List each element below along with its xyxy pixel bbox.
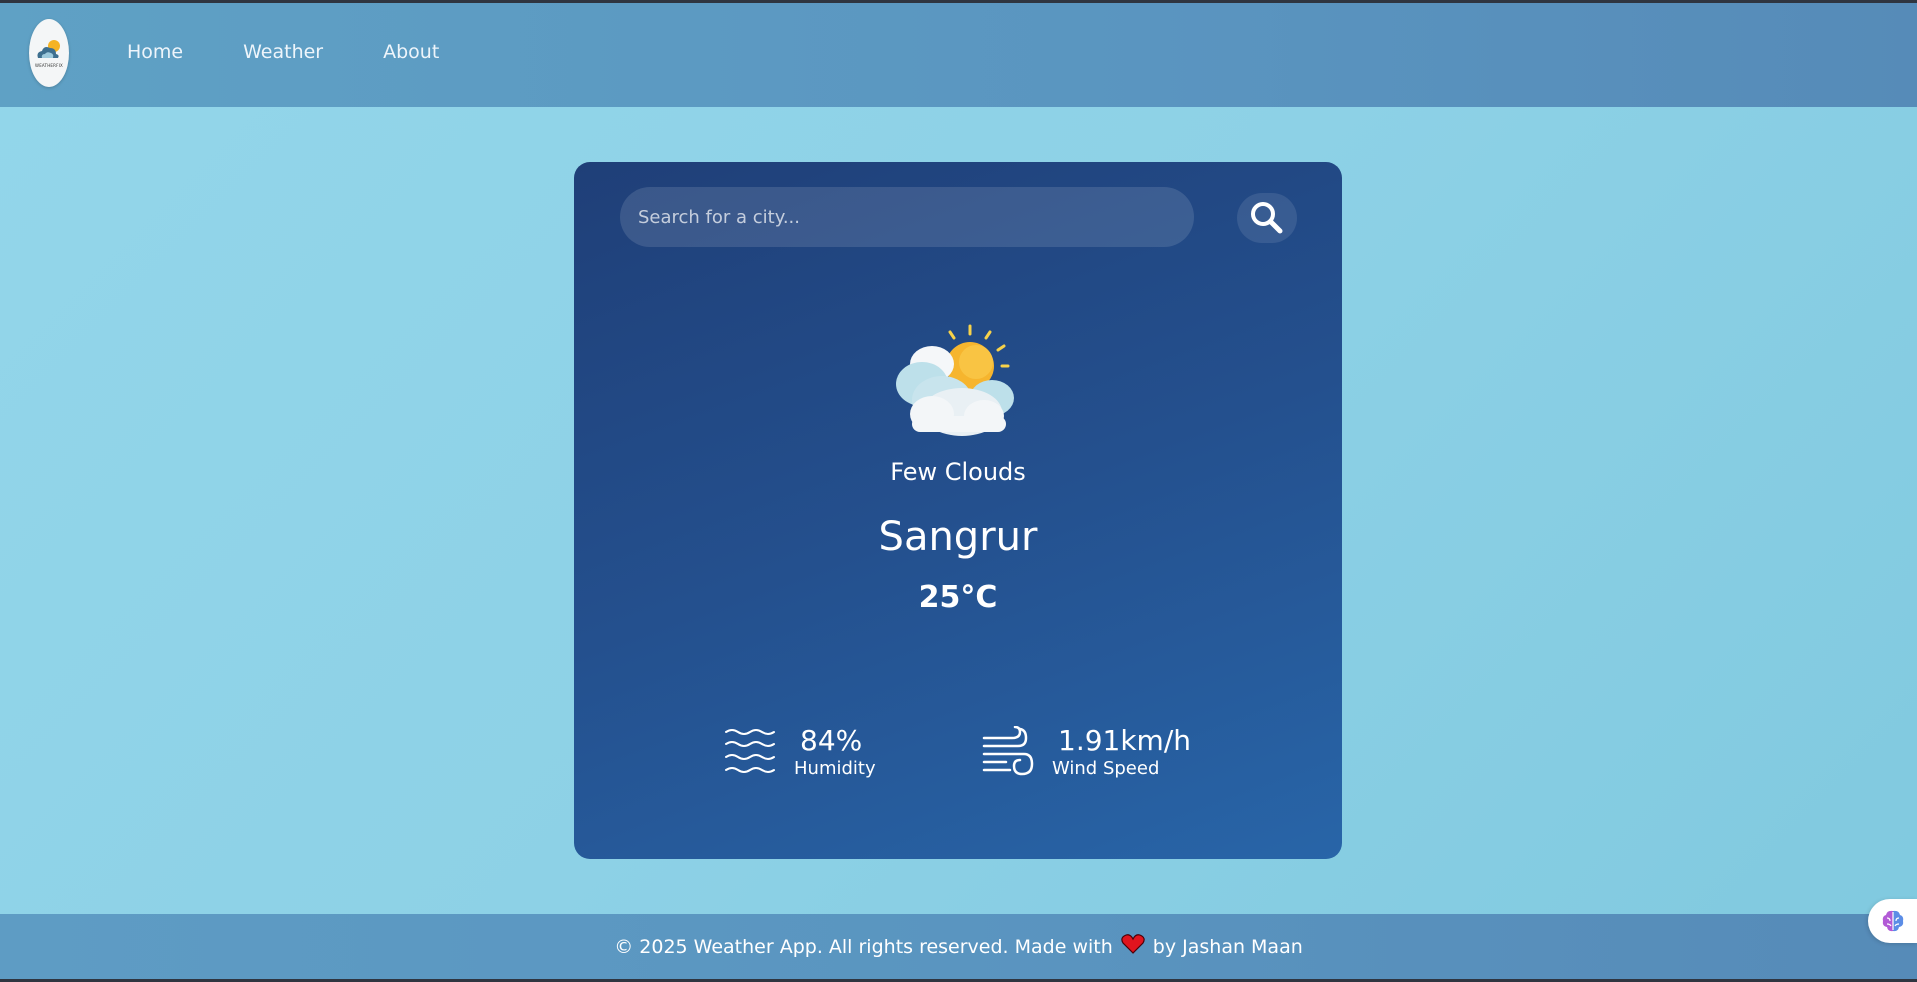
footer-text-after: by Jashan Maan [1152,935,1303,958]
navbar: WEATHERFIX Home Weather About [0,3,1917,107]
waves-icon [725,729,775,773]
floating-extension-button[interactable] [1868,899,1917,943]
wind-stat: 1.91km/h Wind Speed [982,724,1191,780]
weather-card: Few Clouds Sangrur 25°C 84% Humidity [574,162,1342,859]
humidity-stat: 84% Humidity [724,724,876,780]
humidity-value: 84% [800,724,863,757]
nav-link-weather[interactable]: Weather [243,41,323,63]
wind-text: 1.91km/h Wind Speed [1052,724,1191,780]
weather-description: Few Clouds [890,458,1026,486]
wind-icon [982,726,1034,776]
brain-icon [1882,910,1903,932]
search-icon [1251,202,1283,234]
logo-cloud-sun-icon [37,40,60,58]
wind-label: Wind Speed [1052,758,1160,779]
nav-link-home[interactable]: Home [127,41,183,63]
wind-value: 1.91km/h [1058,724,1192,757]
sun-behind-clouds-icon [896,324,1014,436]
nav-links: Home Weather About [127,41,499,63]
humidity-label: Humidity [794,758,876,779]
logo-text: WEATHERFIX [35,63,63,68]
city-search-input[interactable] [620,187,1194,247]
humidity-text: 84% Humidity [794,724,876,780]
app-logo[interactable]: WEATHERFIX [29,19,69,87]
nav-link-about[interactable]: About [383,41,439,63]
footer: © 2025 Weather App. All rights reserved.… [0,914,1917,979]
city-name: Sangrur [878,514,1038,560]
temperature: 25°C [918,580,998,615]
search-button[interactable] [1237,193,1297,243]
footer-text-before: © 2025 Weather App. All rights reserved.… [614,935,1113,958]
heart-icon [1121,934,1145,959]
